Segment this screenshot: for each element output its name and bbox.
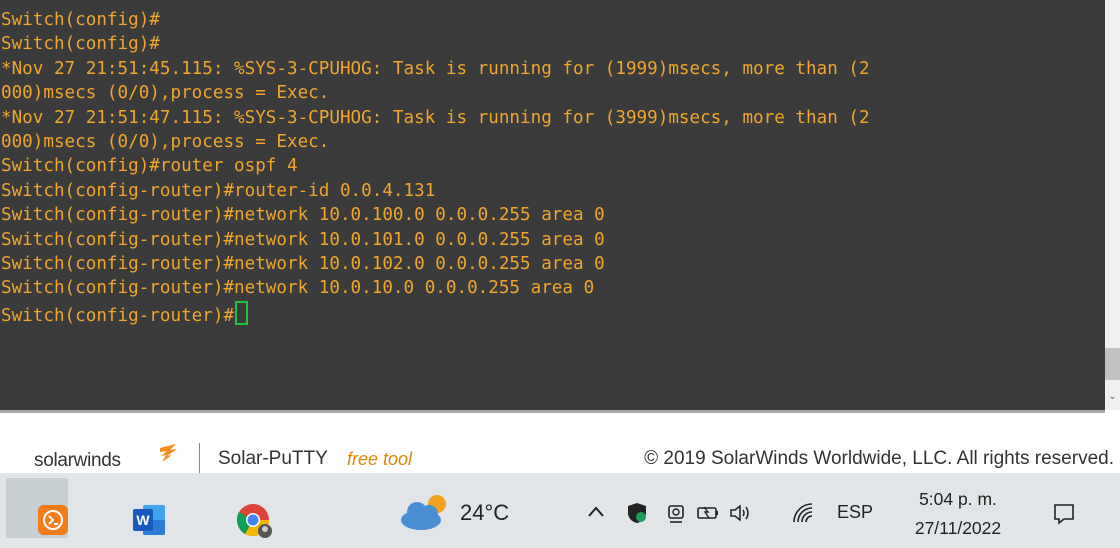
terminal-line: Switch(config-router)#network 10.0.102.0… — [1, 253, 605, 274]
word-badge: W — [133, 509, 153, 531]
battery-icon[interactable] — [696, 502, 720, 530]
terminal-line: Switch(config)#router ospf 4 — [1, 156, 298, 177]
terminal-prompt-line[interactable]: Switch(config-router)# — [0, 300, 1105, 326]
scroll-down-arrow-icon[interactable]: ⌄ — [1105, 390, 1120, 404]
terminal-window[interactable]: Switch(config)# Switch(config)# *Nov 27 … — [0, 0, 1105, 410]
solarwinds-flame-icon — [158, 444, 178, 467]
scrollbar-thumb[interactable] — [1105, 348, 1120, 380]
footer-divider — [199, 443, 200, 473]
terminal-line: *Nov 27 21:51:47.115: %SYS-3-CPUHOG: Tas… — [1, 107, 870, 128]
language-indicator[interactable]: ESP — [837, 502, 873, 523]
volume-icon[interactable] — [728, 502, 752, 530]
solar-putty-icon[interactable] — [38, 505, 68, 535]
terminal-line: Switch(config-router)#network 10.0.101.0… — [1, 229, 605, 250]
terminal-line: Switch(config-router)#router-id 0.0.4.13… — [1, 180, 436, 201]
chevron-up-icon[interactable] — [587, 502, 605, 528]
terminal-output: Switch(config)# Switch(config)# *Nov 27 … — [0, 8, 1105, 326]
solarwinds-logo: solarwinds — [34, 450, 121, 471]
terminal-line: Switch(config-router)#network 10.0.100.0… — [1, 205, 605, 226]
weather-temperature[interactable]: 24°C — [460, 500, 509, 526]
terminal-line: Switch(config)# — [1, 10, 160, 30]
word-icon[interactable]: W — [133, 505, 165, 535]
clock-date[interactable]: 27/11/2022 — [905, 518, 1011, 539]
app-name: Solar-PuTTY — [218, 448, 328, 469]
terminal-line: *Nov 27 21:51:45.115: %SYS-3-CPUHOG: Tas… — [1, 58, 870, 79]
notification-center-icon[interactable] — [1052, 502, 1076, 526]
cloud-icon — [401, 495, 446, 530]
copyright-text: © 2019 SolarWinds Worldwide, LLC. All ri… — [644, 448, 1114, 469]
security-shield-icon[interactable] — [626, 502, 648, 530]
clock-time[interactable]: 5:04 p. m. — [913, 489, 1003, 510]
terminal-prompt: Switch(config-router)# — [1, 305, 235, 326]
free-tool-label: free tool — [347, 449, 413, 469]
solar-putty-footer: solarwinds Solar-PuTTY free tool © 2019 … — [0, 413, 1120, 473]
chrome-icon[interactable] — [233, 500, 273, 540]
terminal-line: 000)msecs (0/0),process = Exec. — [1, 83, 330, 104]
terminal-cursor — [235, 300, 249, 325]
terminal-line: Switch(config)# — [1, 34, 160, 55]
meet-now-icon[interactable] — [666, 502, 686, 530]
terminal-line: 000)msecs (0/0),process = Exec. — [1, 131, 330, 152]
terminal-line: Switch(config-router)#network 10.0.10.0 … — [1, 278, 595, 299]
wifi-icon[interactable] — [791, 502, 815, 530]
terminal-scrollbar[interactable]: ⌄ — [1105, 0, 1120, 410]
